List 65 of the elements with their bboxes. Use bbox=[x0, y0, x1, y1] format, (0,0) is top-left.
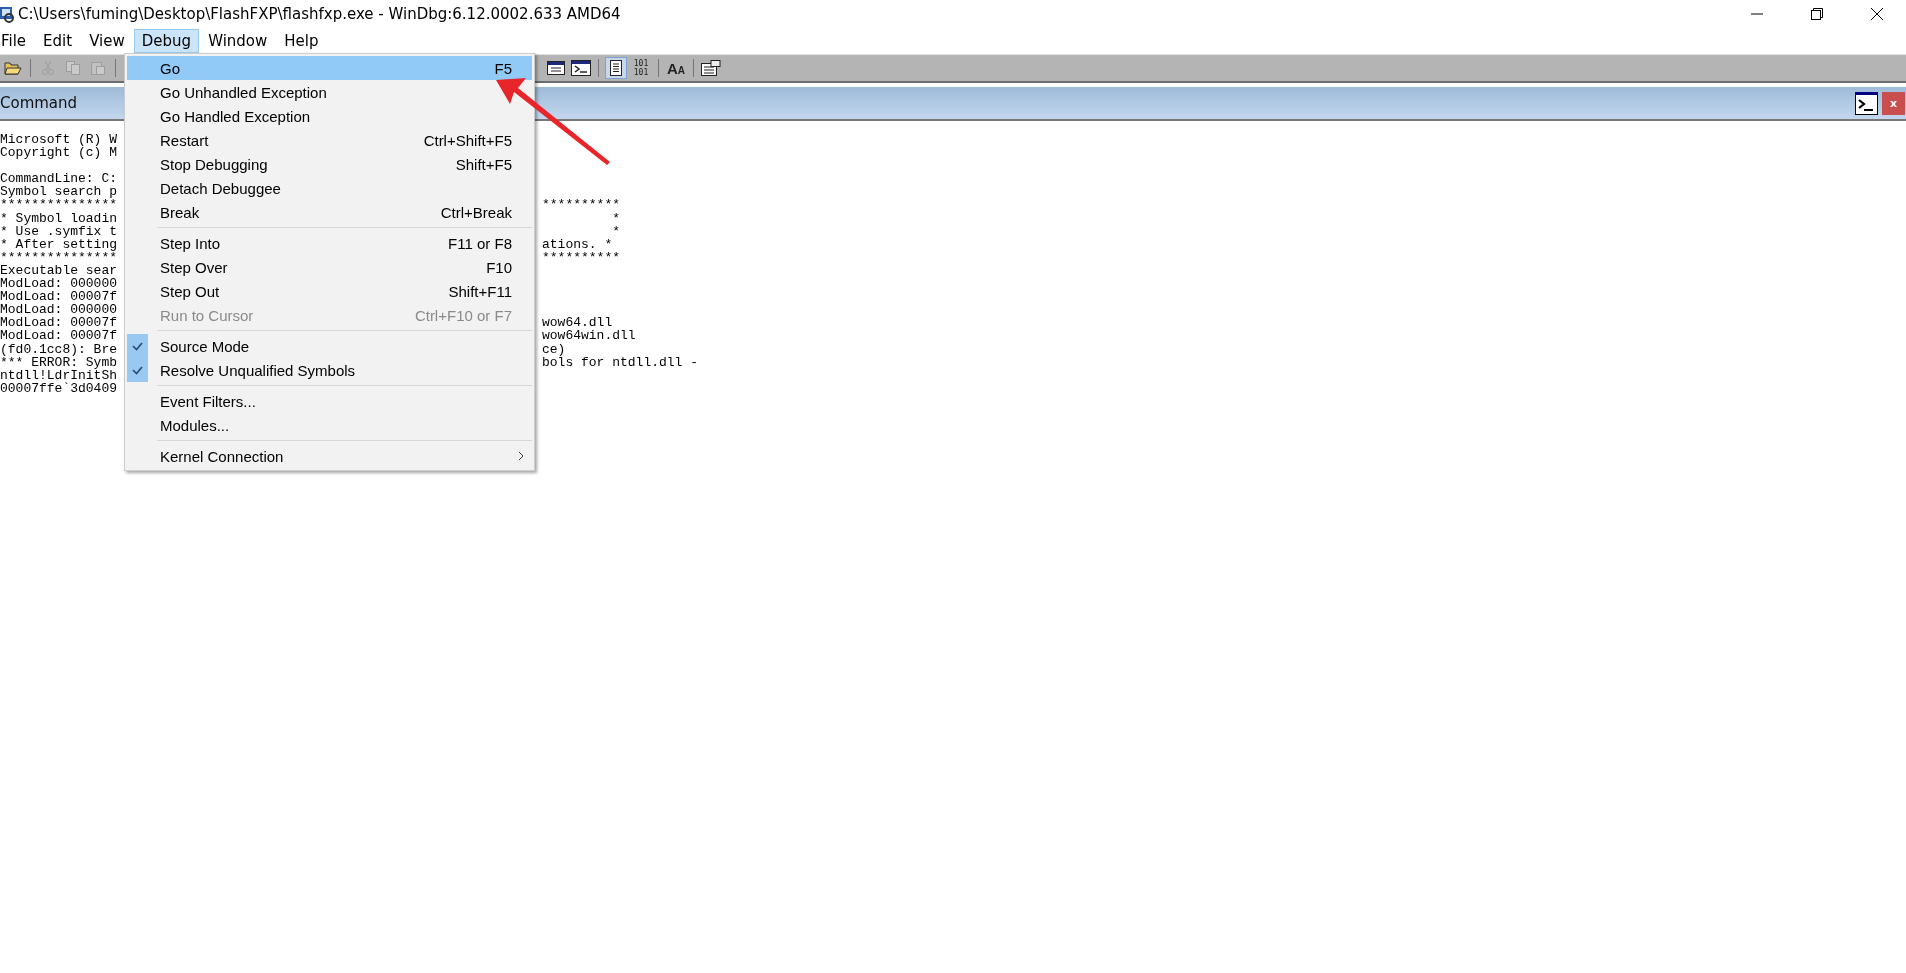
restore-icon[interactable] bbox=[1810, 7, 1824, 21]
font-tool-icon[interactable]: AA bbox=[665, 57, 687, 79]
binary-label: 101 bbox=[633, 59, 649, 68]
menu-item[interactable]: Debug bbox=[133, 29, 200, 53]
console-text: ModLoad: 00007f bbox=[0, 329, 119, 343]
console-text: bols for ntdll.dll - bbox=[542, 355, 699, 369]
menu-item[interactable]: Help bbox=[276, 29, 327, 53]
menu-item[interactable]: Source Mode bbox=[127, 334, 532, 358]
close-button[interactable]: x bbox=[1882, 91, 1905, 115]
menu-item[interactable]: Go Unhandled Exception bbox=[127, 80, 532, 104]
command-icon[interactable] bbox=[1855, 91, 1878, 115]
menu-item[interactable]: Go F5 bbox=[127, 56, 532, 80]
console-text: *************** bbox=[0, 198, 119, 212]
console-text: Copyright (c) M bbox=[0, 146, 119, 160]
console-text: *** ERROR: Symb bbox=[0, 355, 119, 369]
binary-label: 101 bbox=[633, 68, 649, 77]
menu-item[interactable]: File bbox=[0, 29, 35, 53]
source-tool-icon[interactable] bbox=[605, 57, 627, 79]
console-text: ********** bbox=[542, 250, 620, 264]
console-text: CommandLine: C: bbox=[0, 172, 119, 186]
console-text: ModLoad: 00007f bbox=[0, 290, 119, 304]
console-text: * bbox=[611, 211, 620, 225]
command-tool-icon[interactable] bbox=[570, 57, 592, 79]
menu-item[interactable]: Step Over F10 bbox=[127, 255, 532, 279]
console-text: Symbol search p bbox=[0, 185, 119, 199]
menu-item[interactable]: Step Into F11 or F8 bbox=[127, 231, 532, 255]
console-text: ModLoad: 000000 bbox=[0, 277, 119, 291]
console-text: ModLoad: 00007f bbox=[0, 316, 119, 330]
menu-item[interactable]: Step Out Shift+F11 bbox=[127, 279, 532, 303]
menu-item[interactable]: Restart Ctrl+Shift+F5 bbox=[127, 128, 532, 152]
menu-item[interactable]: Kernel Connection bbox=[127, 444, 532, 468]
console-text: Executable sear bbox=[0, 263, 119, 278]
console-text: * Symbol loadin bbox=[0, 211, 119, 225]
menu-item[interactable]: Edit bbox=[35, 29, 81, 53]
font-letter: A bbox=[677, 65, 686, 76]
menu-item[interactable]: Modules... bbox=[127, 413, 532, 437]
panel-title: Command bbox=[0, 94, 78, 112]
window-title: C:\Users\fuming\Desktop\FlashFXP\flashfxp.exe - WinDbg:6.12.0002.633 AMD64 bbox=[18, 5, 621, 23]
console-text: wow64.dll bbox=[542, 316, 613, 330]
console-text: wow64win.dll bbox=[542, 329, 636, 343]
menu-item[interactable]: Resolve Unqualified Symbols bbox=[127, 358, 532, 382]
menu-item[interactable]: Window bbox=[200, 29, 276, 53]
console-text: 00007ffe`3d0409 bbox=[0, 381, 119, 395]
console-text: * After setting bbox=[0, 237, 119, 251]
font-letter: A bbox=[666, 60, 678, 76]
binary-tool-icon[interactable]: 101 101 bbox=[630, 57, 652, 79]
console-text: Microsoft (R) W bbox=[0, 133, 119, 147]
console-text: ce) bbox=[542, 342, 566, 356]
menu-item[interactable]: Go Handled Exception bbox=[127, 104, 532, 128]
close-icon[interactable] bbox=[1870, 7, 1884, 21]
options-tool-icon[interactable] bbox=[700, 57, 722, 79]
menu-item[interactable]: Stop Debugging Shift+F5 bbox=[127, 152, 532, 176]
menu-item[interactable]: Detach Debuggee bbox=[127, 176, 532, 200]
menu-item[interactable]: Break Ctrl+Break bbox=[127, 200, 532, 224]
console-text: ModLoad: 000000 bbox=[0, 303, 119, 317]
console-text: ations. * bbox=[542, 237, 613, 251]
console-text: * Use .symfix t bbox=[0, 224, 119, 238]
console-text: (fd0.1cc8): Bre bbox=[0, 342, 119, 356]
console-text: * bbox=[611, 224, 620, 238]
console-text: ntdll!LdrInitSh bbox=[0, 368, 119, 382]
menu-item[interactable]: View bbox=[81, 29, 133, 53]
menu-item[interactable]: Event Filters... bbox=[127, 389, 532, 413]
console-text: ********** bbox=[542, 198, 620, 212]
console-text: *************** bbox=[0, 250, 119, 264]
app-icon bbox=[0, 4, 14, 24]
